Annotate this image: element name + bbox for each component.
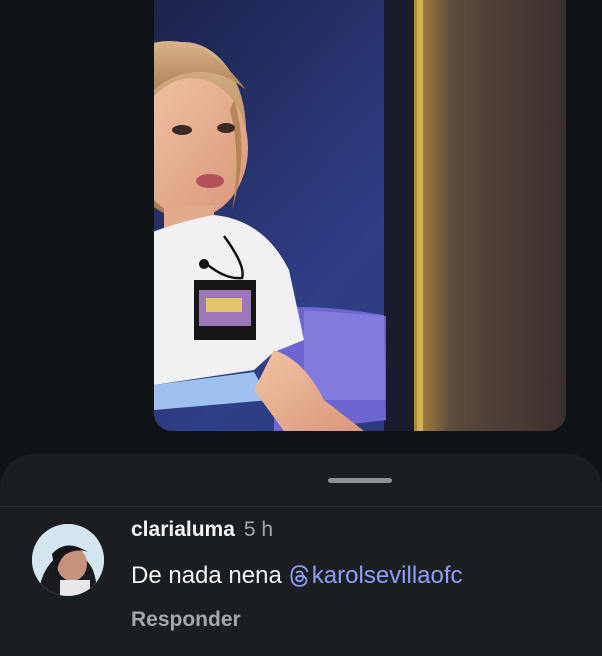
avatar[interactable] [32, 524, 104, 596]
screen: clarialuma 5 h De nada nena karolsevilla… [0, 0, 602, 656]
avatar-image [32, 524, 104, 596]
timestamp: 5 h [243, 518, 274, 541]
reply-button[interactable]: Responder [131, 608, 241, 632]
drag-handle[interactable] [328, 478, 392, 483]
mention-username[interactable]: karolsevillaofc [312, 562, 463, 590]
comment-text: De nada nena karolsevillaofc [131, 562, 463, 590]
comment-header: clarialuma 5 h [131, 518, 273, 548]
comments-sheet: clarialuma 5 h De nada nena karolsevilla… [0, 454, 602, 656]
comment-message: De nada nena [131, 562, 282, 589]
threads-icon [290, 565, 309, 587]
mention-link[interactable]: karolsevillaofc [289, 562, 463, 590]
video-frame-image [154, 0, 566, 431]
username[interactable]: clarialuma [131, 518, 235, 542]
divider [0, 506, 602, 507]
video-frame[interactable] [154, 0, 566, 431]
